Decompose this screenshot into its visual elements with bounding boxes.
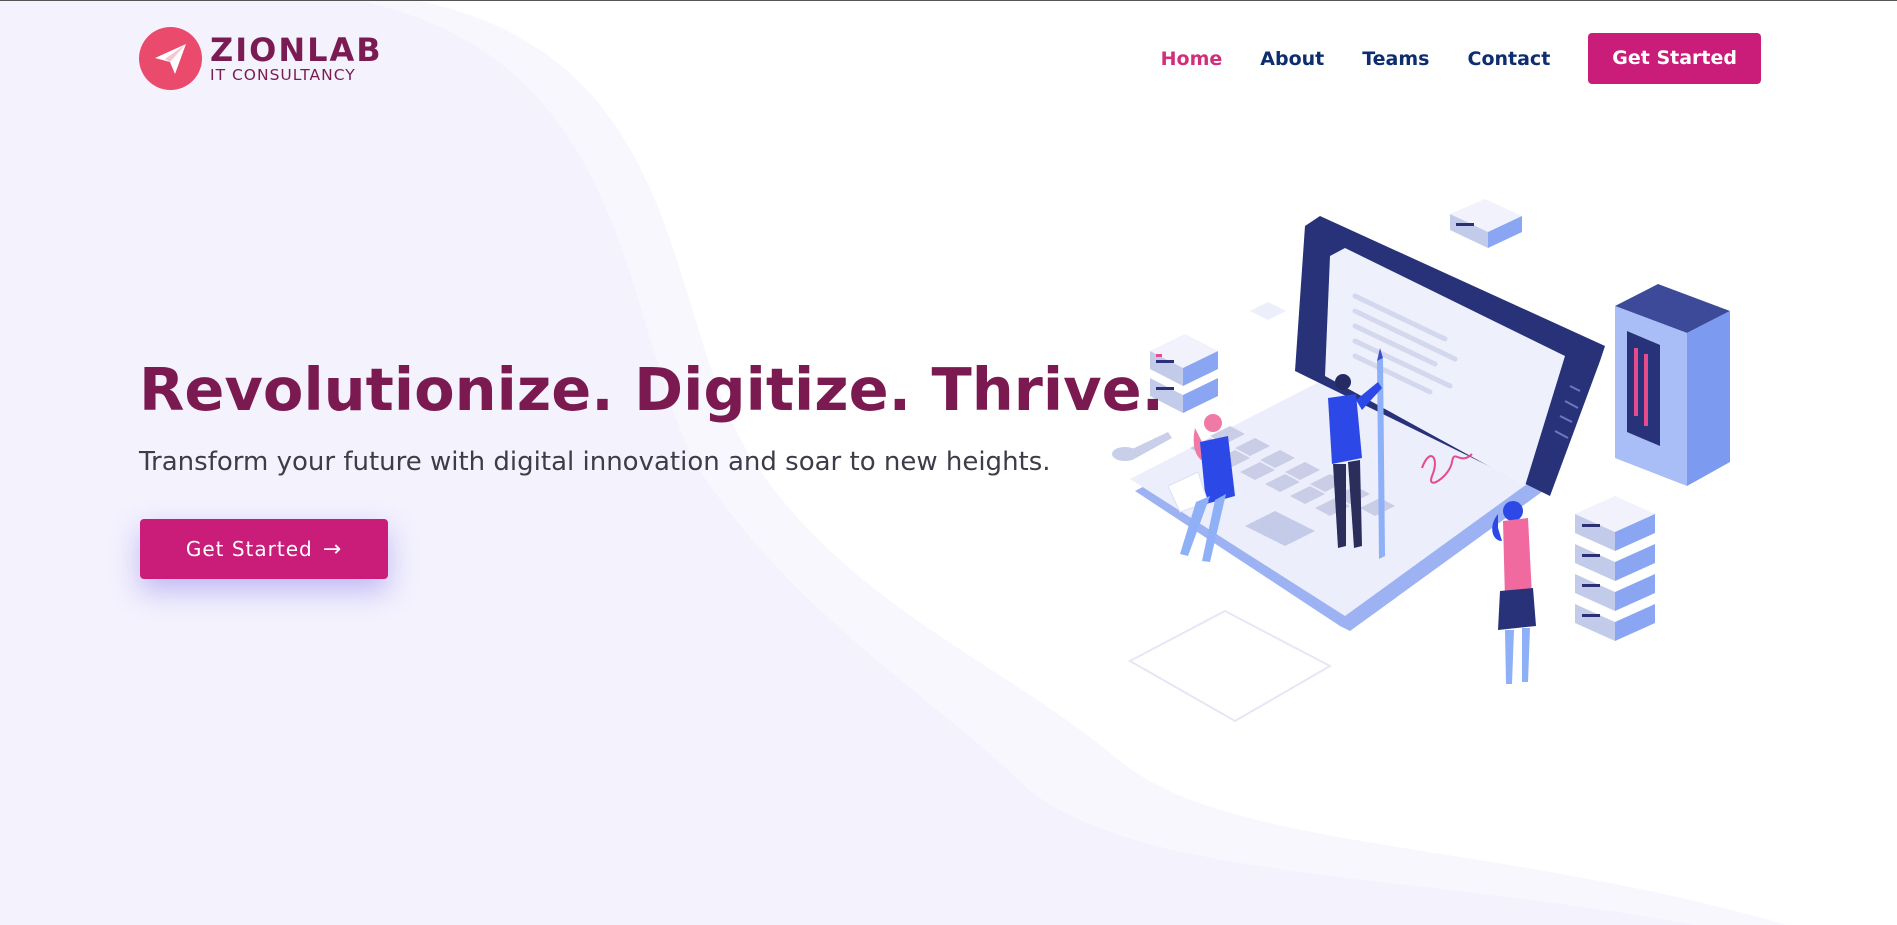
paper-plane-icon [139, 27, 202, 90]
server-stack [1575, 496, 1655, 641]
server-stack [1450, 199, 1522, 248]
hero-illustration [1112, 199, 1730, 723]
main-nav: Home About Teams Contact Get Started [1123, 33, 1761, 84]
hero-get-started-button[interactable]: Get Started → [140, 519, 388, 579]
nav-get-started-button[interactable]: Get Started [1588, 33, 1761, 84]
key-icon [1112, 432, 1172, 461]
hero-subtitle: Transform your future with digital innov… [139, 447, 1051, 477]
site-header: ZIONLAB IT CONSULTANCY Home About Teams … [0, 1, 1897, 113]
server-tower [1615, 284, 1730, 486]
brand-tagline: IT CONSULTANCY [210, 65, 356, 84]
person-figure [1492, 501, 1536, 684]
nav-link-contact[interactable]: Contact [1468, 48, 1551, 70]
hero-cta-label: Get Started [185, 537, 313, 561]
arrow-right-icon: → [322, 536, 343, 562]
brand-logo[interactable]: ZIONLAB IT CONSULTANCY [139, 27, 383, 90]
nav-link-about[interactable]: About [1260, 48, 1324, 70]
nav-link-teams[interactable]: Teams [1362, 48, 1429, 70]
nav-link-home[interactable]: Home [1161, 48, 1223, 70]
hero-title: Revolutionize. Digitize. Thrive. [139, 355, 1165, 424]
brand-name: ZIONLAB [210, 30, 383, 69]
